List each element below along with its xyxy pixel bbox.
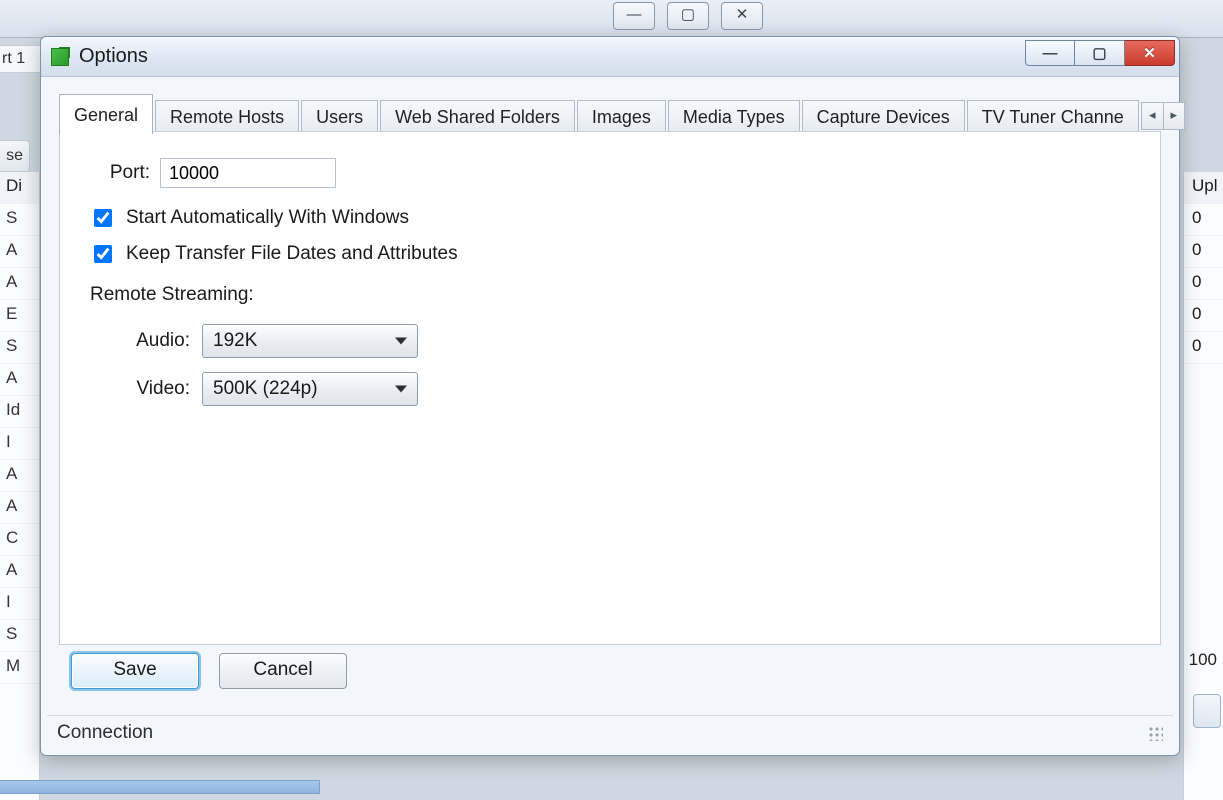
parent-window-controls: — ▢ ✕ [613,2,763,30]
parent-right-row: 0 [1184,236,1223,268]
keep-dates-label: Keep Transfer File Dates and Attributes [126,243,458,265]
parent-port-fragment: rt 1 [0,45,44,73]
tab-scroll-left[interactable]: ◂ [1141,102,1163,130]
audio-select[interactable]: 192K [202,324,418,358]
parent-left-row: S [0,204,39,236]
remote-streaming-label: Remote Streaming: [90,284,1130,306]
audio-select-value: 192K [213,330,257,352]
tab-web-shared-folders[interactable]: Web Shared Folders [380,100,575,134]
parent-minimize-button[interactable]: — [613,2,655,30]
general-panel: Port: Start Automatically With Windows K… [59,131,1161,645]
close-button[interactable]: ✕ [1125,40,1175,66]
parent-left-row: M [0,652,39,684]
parent-left-row: S [0,620,39,652]
tab-images[interactable]: Images [577,100,666,134]
parent-left-header: Di [0,172,39,204]
options-dialog: Options — ▢ ✕ GeneralRemote HostsUsersWe… [40,36,1180,756]
minimize-icon: — [1043,45,1058,62]
dialog-title: Options [79,45,148,68]
parent-bottom-button[interactable] [1193,694,1221,728]
app-icon [51,48,69,66]
parent-left-row: Id [0,396,39,428]
parent-left-row: A [0,556,39,588]
save-button[interactable]: Save [71,653,199,689]
port-input[interactable] [160,158,336,188]
video-select[interactable]: 500K (224p) [202,372,418,406]
parent-window-titlebar [0,0,1223,38]
tab-strip: GeneralRemote HostsUsersWeb Shared Folde… [59,93,1161,133]
dialog-titlebar[interactable]: Options — ▢ ✕ [41,37,1179,77]
parent-left-row: A [0,268,39,300]
tab-capture-devices[interactable]: Capture Devices [802,100,965,134]
status-bar: Connection [47,715,1173,749]
parent-left-row: A [0,460,39,492]
parent-left-row: A [0,492,39,524]
chevron-down-icon [395,338,407,345]
parent-left-row: A [0,364,39,396]
video-select-value: 500K (224p) [213,378,318,400]
close-icon: ✕ [1143,44,1156,62]
video-label: Video: [126,378,190,400]
parent-right-row: 0 [1184,300,1223,332]
tab-general[interactable]: General [59,94,153,134]
maximize-button[interactable]: ▢ [1075,40,1125,66]
parent-left-column: Di SAAESAIdIAACAISM [0,172,40,800]
status-text: Connection [57,722,153,744]
tab-media-types[interactable]: Media Types [668,100,800,134]
maximize-icon: ▢ [1092,44,1106,62]
parent-left-row: E [0,300,39,332]
autostart-checkbox[interactable] [94,209,112,227]
tab-remote-hosts[interactable]: Remote Hosts [155,100,299,134]
parent-right-row: 0 [1184,268,1223,300]
tab-users[interactable]: Users [301,100,378,134]
parent-left-row: C [0,524,39,556]
parent-right-row: 0 [1184,332,1223,364]
parent-maximize-button[interactable]: ▢ [667,2,709,30]
parent-left-row: A [0,236,39,268]
chevron-down-icon [395,386,407,393]
tab-scroll-right[interactable]: ▸ [1163,102,1185,130]
cancel-button[interactable]: Cancel [219,653,347,689]
parent-left-row: I [0,588,39,620]
resize-grip-icon[interactable] [1147,725,1163,741]
parent-value-fragment: 100 [1189,650,1217,670]
parent-progress-bar [0,780,320,794]
audio-label: Audio: [126,330,190,352]
tab-tv-tuner-channe[interactable]: TV Tuner Channe [967,100,1139,134]
keep-dates-checkbox[interactable] [94,245,112,263]
minimize-button[interactable]: — [1025,40,1075,66]
parent-close-button[interactable]: ✕ [721,2,763,30]
parent-side-tab[interactable]: se [0,140,30,172]
parent-right-header: Upl [1184,172,1223,204]
autostart-label: Start Automatically With Windows [126,207,409,229]
parent-left-row: S [0,332,39,364]
parent-left-row: I [0,428,39,460]
parent-right-row: 0 [1184,204,1223,236]
tab-scroll: ◂ ▸ [1141,99,1185,133]
port-label: Port: [90,162,150,184]
